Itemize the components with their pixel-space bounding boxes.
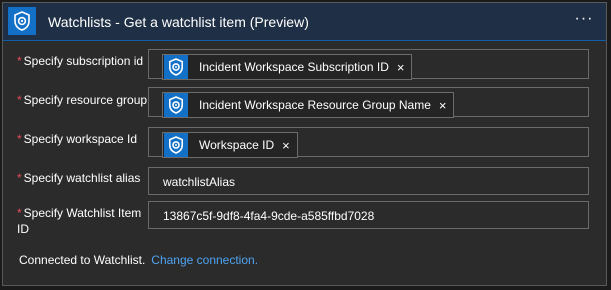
alias-label-text: Specify watchlist alias [23, 171, 141, 185]
card-title: Watchlists - Get a watchlist item (Previ… [48, 14, 309, 30]
resource-group-token-label: Incident Workspace Resource Group Name [199, 98, 431, 112]
resource-group-row: * Specify resource group Incident Workspa… [3, 87, 606, 118]
watchlist-item-id-input[interactable]: 13867c5f-9df8-4fa4-9cde-a585ffbd7028 [148, 201, 589, 229]
subscription-token-label: Incident Workspace Subscription ID [199, 60, 389, 74]
workspace-token[interactable]: Workspace ID × [162, 132, 298, 158]
subscription-token[interactable]: Incident Workspace Subscription ID × [162, 54, 413, 80]
subscription-row: * Specify subscription id Incident Worksp… [3, 49, 606, 80]
sentinel-shield-icon [164, 93, 188, 117]
required-marker: * [17, 132, 22, 146]
alias-row: * Specify watchlist alias watchlistAlias [3, 167, 606, 195]
sentinel-shield-icon [8, 7, 36, 35]
remove-token-button[interactable]: × [439, 98, 447, 113]
workspace-label: * Specify workspace Id [17, 131, 152, 147]
item-id-label: * Specify Watchlist Item ID [17, 205, 145, 237]
watchlist-alias-input[interactable]: watchlistAlias [148, 167, 589, 195]
action-card: Watchlists - Get a watchlist item (Previ… [2, 2, 607, 286]
item-id-label-text: Specify Watchlist Item ID [17, 206, 142, 236]
watchlist-item-id-value: 13867c5f-9df8-4fa4-9cde-a585ffbd7028 [163, 209, 375, 223]
required-marker: * [17, 93, 22, 107]
sentinel-shield-icon [164, 55, 188, 79]
required-marker: * [17, 54, 22, 68]
subscription-label-text: Specify subscription id [23, 54, 144, 68]
more-options-button[interactable]: ··· [574, 11, 594, 27]
resource-group-token[interactable]: Incident Workspace Resource Group Name × [162, 92, 455, 118]
workspace-row: * Specify workspace Id Workspace ID × [3, 127, 606, 158]
resource-group-field[interactable]: Incident Workspace Resource Group Name × [148, 87, 589, 118]
subscription-label: * Specify subscription id [17, 53, 152, 69]
workspace-field[interactable]: Workspace ID × [148, 127, 589, 158]
change-connection-link[interactable]: Change connection. [151, 253, 258, 267]
sentinel-shield-icon [164, 133, 188, 157]
resource-group-label: * Specify resource group [17, 92, 152, 108]
card-header[interactable]: Watchlists - Get a watchlist item (Previ… [3, 3, 606, 41]
workspace-token-label: Workspace ID [199, 138, 275, 152]
alias-label: * Specify watchlist alias [17, 170, 152, 186]
item-id-row: * Specify Watchlist Item ID 13867c5f-9df8… [3, 201, 606, 237]
required-marker: * [17, 206, 22, 220]
resource-group-label-text: Specify resource group [23, 93, 148, 107]
connection-footer: Connected to Watchlist. Change connection… [19, 253, 258, 267]
watchlist-alias-value: watchlistAlias [163, 175, 236, 189]
remove-token-button[interactable]: × [282, 138, 290, 153]
subscription-field[interactable]: Incident Workspace Subscription ID × [148, 49, 589, 80]
required-marker: * [17, 171, 22, 185]
remove-token-button[interactable]: × [397, 60, 405, 75]
workspace-label-text: Specify workspace Id [23, 132, 138, 146]
connection-status-text: Connected to Watchlist. [19, 253, 146, 267]
